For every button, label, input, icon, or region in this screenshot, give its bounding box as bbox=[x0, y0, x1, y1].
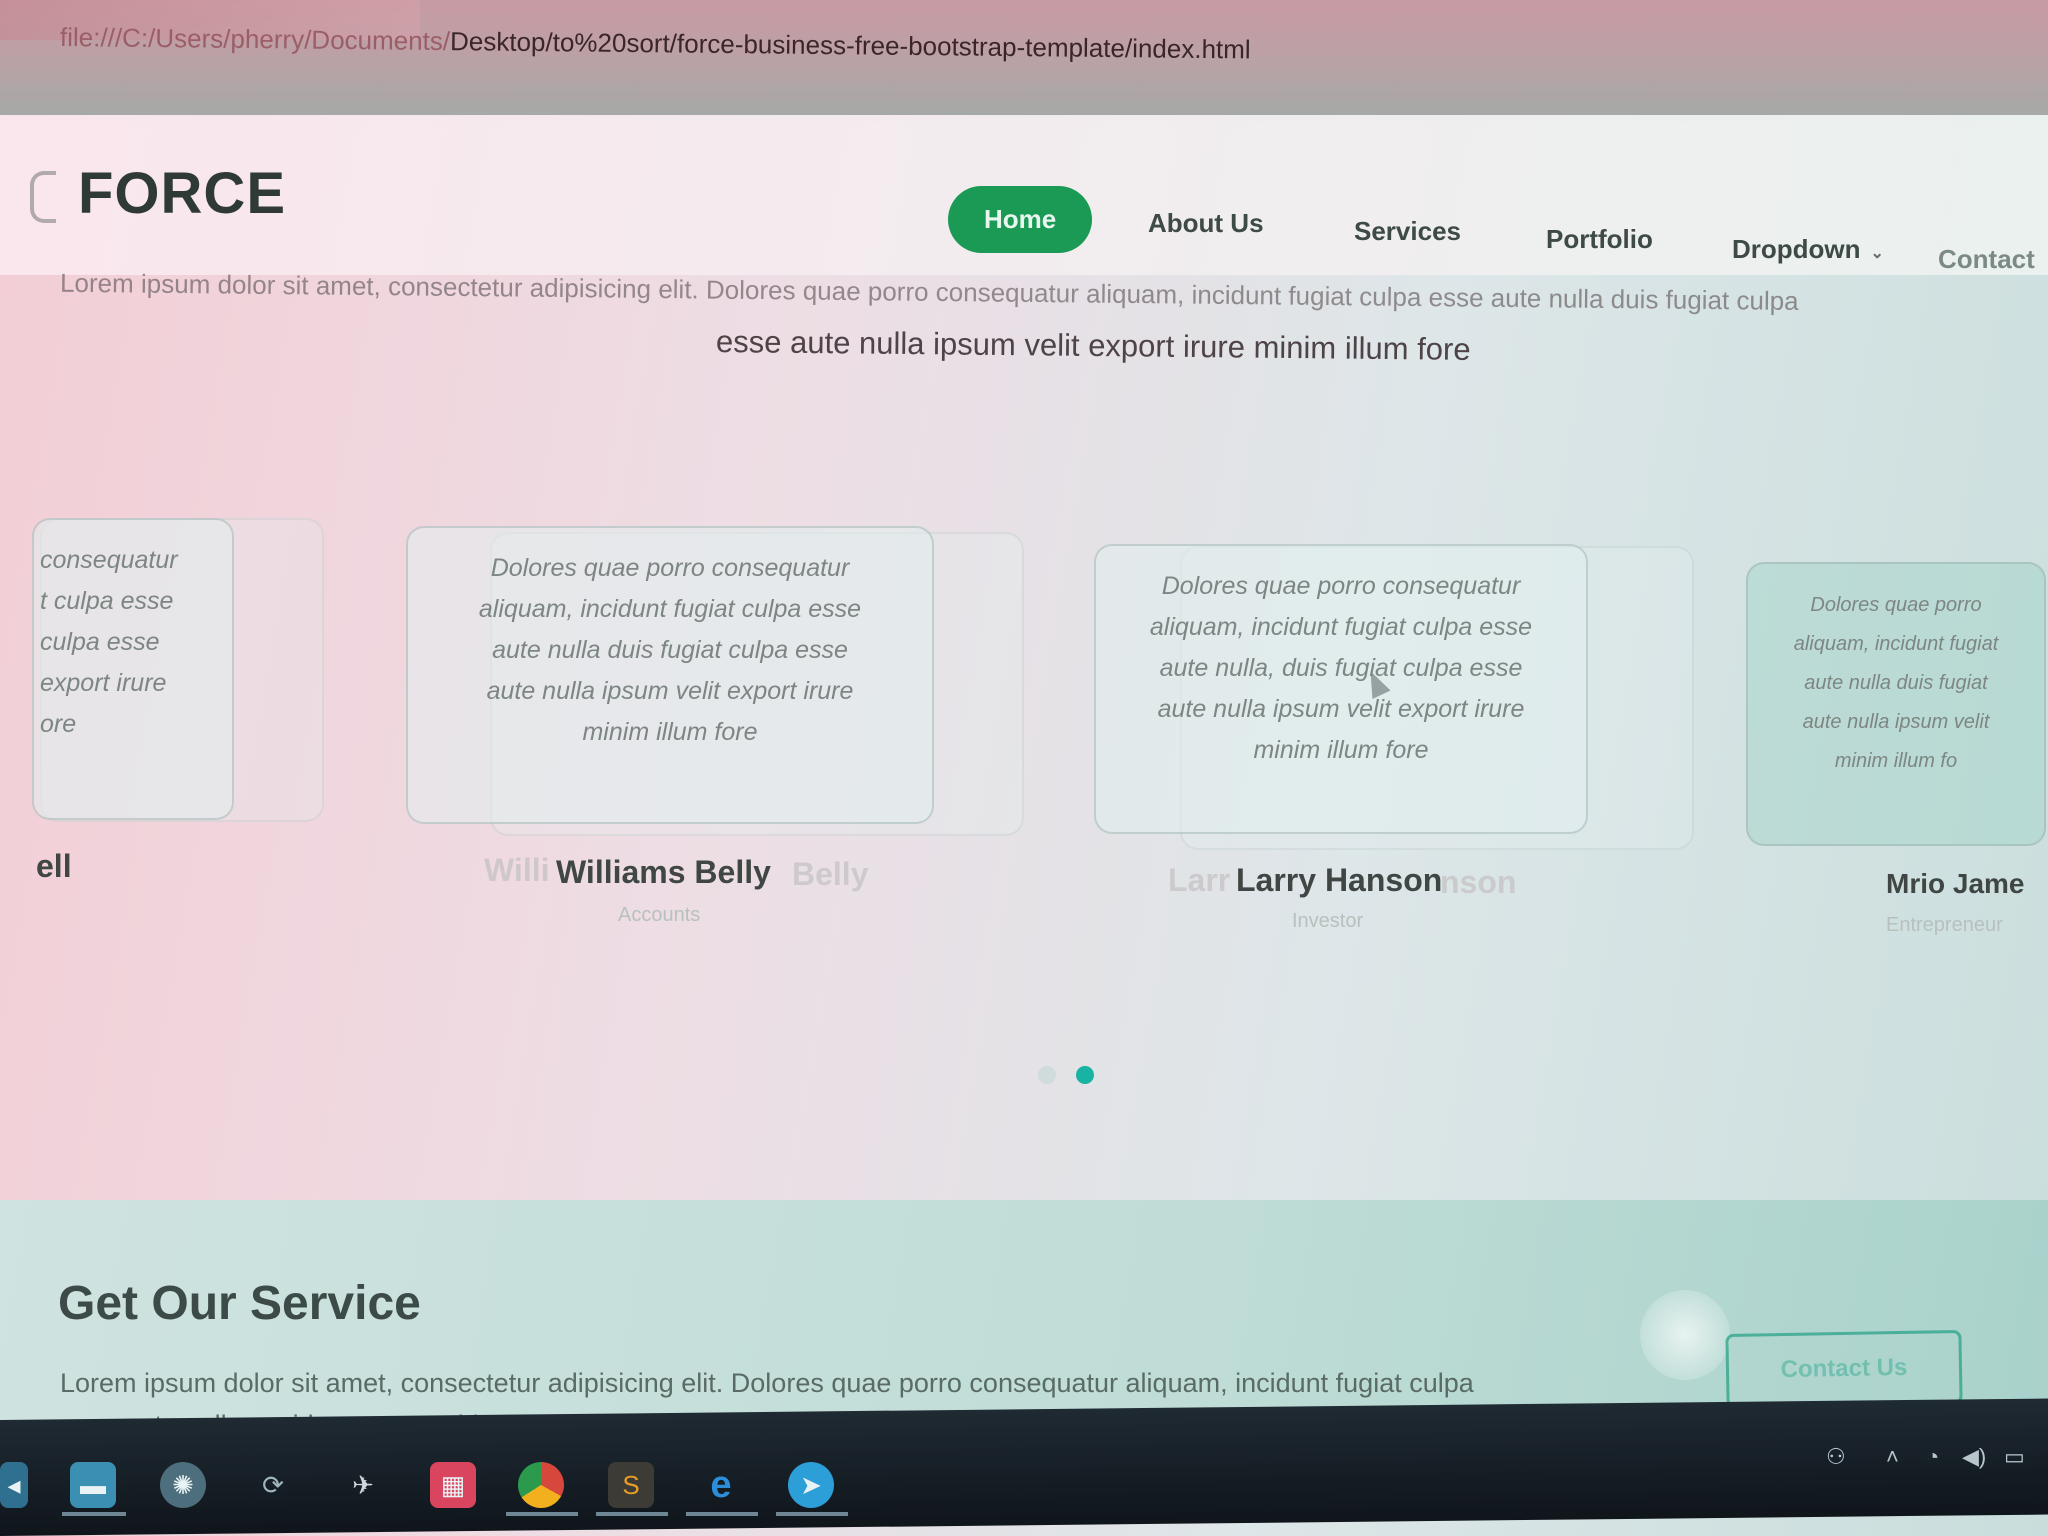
active-app-indicator bbox=[596, 1512, 668, 1516]
testimonial-card: Dolores quae porro consequatur aliquam, … bbox=[406, 526, 934, 824]
card-line: aute nulla duis fugiat bbox=[1804, 672, 1988, 694]
chrome-icon[interactable] bbox=[518, 1462, 564, 1508]
ghost-name: Larr bbox=[1168, 862, 1231, 898]
card-line: aute nulla duis fugiat culpa esse bbox=[492, 636, 848, 664]
nav-contact[interactable]: Contact bbox=[1938, 244, 2035, 275]
testimonial-card-partial: Dolores quae porro aliquam, incidunt fug… bbox=[1746, 562, 2046, 846]
testimonial-role: Accounts bbox=[618, 904, 701, 926]
ghost-name: Belly bbox=[792, 856, 869, 892]
carousel-dot-2-active[interactable] bbox=[1076, 1066, 1094, 1084]
volume-icon[interactable]: ◀) bbox=[1962, 1444, 1986, 1470]
card-line: aute nulla, duis fugiat culpa esse bbox=[1159, 654, 1523, 682]
testimonial-card-partial: consequatur t culpa esse culpa esse expo… bbox=[32, 518, 234, 820]
service-title: Get Our Service bbox=[58, 1277, 421, 1330]
nav-portfolio[interactable]: Portfolio bbox=[1546, 224, 1653, 255]
brand-logo[interactable]: FORCE bbox=[24, 160, 286, 227]
carousel-dot-1[interactable] bbox=[1038, 1066, 1056, 1084]
card-line: minim illum fore bbox=[1253, 736, 1429, 764]
testimonial-name: Williams Belly bbox=[556, 854, 771, 890]
card-line: Dolores quae porro consequatur bbox=[490, 554, 850, 582]
calendar-app-icon[interactable]: ▦ bbox=[430, 1462, 476, 1508]
card-line: aute nulla ipsum velit export irure bbox=[1157, 695, 1525, 723]
nav-about-us[interactable]: About Us bbox=[1148, 208, 1264, 239]
nav-dropdown[interactable]: Dropdown ⌄ bbox=[1732, 234, 1884, 265]
ghost-name: Willi bbox=[484, 852, 550, 888]
bird-icon[interactable]: ✈ bbox=[340, 1462, 386, 1508]
card-line: export irure bbox=[40, 669, 167, 697]
brand-name: FORCE bbox=[78, 161, 286, 226]
nav-services[interactable]: Services bbox=[1354, 216, 1461, 247]
card-line: minim illum fo bbox=[1834, 750, 1958, 772]
telegram-icon[interactable]: ➤ bbox=[788, 1462, 834, 1508]
start-icon[interactable]: ◂ bbox=[0, 1462, 28, 1508]
file-explorer-icon[interactable]: ▬ bbox=[70, 1462, 116, 1508]
card-line: Dolores quae porro bbox=[1810, 594, 1982, 616]
testimonial-name: Mrio Jame bbox=[1886, 868, 2025, 899]
card-line: aute nulla ipsum velit bbox=[1802, 711, 1990, 733]
testimonial-name: Larry Hanson bbox=[1236, 862, 1443, 898]
card-line: t culpa esse bbox=[40, 587, 174, 615]
hero-text: esse aute nulla ipsum velit export irure… bbox=[715, 324, 1471, 367]
active-app-indicator bbox=[686, 1512, 758, 1516]
card-line: minim illum fore bbox=[582, 718, 758, 746]
card-line: aliquam, incidunt fugiat bbox=[1793, 633, 1999, 655]
contact-us-button[interactable]: Contact Us bbox=[1725, 1329, 1963, 1409]
testimonial-card: Dolores quae porro consequatur aliquam, … bbox=[1094, 544, 1588, 834]
card-line: aliquam, incidunt fugiat culpa esse bbox=[1149, 613, 1533, 641]
windows-taskbar bbox=[0, 1398, 2048, 1536]
sublime-text-icon[interactable]: S bbox=[608, 1462, 654, 1508]
url-path: Desktop/to%20sort/force-business-free-bo… bbox=[449, 26, 1251, 65]
card-line: culpa esse bbox=[40, 628, 160, 656]
active-app-indicator bbox=[62, 1512, 126, 1516]
testimonial-role: Entrepreneur bbox=[1886, 914, 2003, 936]
active-app-indicator bbox=[506, 1512, 578, 1516]
show-hidden-icons-chevron-icon[interactable]: ˄ bbox=[1886, 1444, 1899, 1470]
network-icon[interactable]: ◔ bbox=[1926, 1444, 1939, 1470]
edge-icon[interactable]: e bbox=[698, 1462, 744, 1508]
nav-home[interactable]: Home bbox=[948, 186, 1093, 253]
testimonial-name: ell bbox=[36, 848, 72, 884]
people-icon[interactable]: ⚇ bbox=[1826, 1444, 1846, 1470]
battery-icon[interactable]: ▭ bbox=[2004, 1444, 2025, 1470]
url-prefix: file:///C:/Users/pherry/Documents/ bbox=[59, 22, 451, 57]
card-line: aliquam, incidunt fugiat culpa esse bbox=[478, 595, 862, 623]
ghost-name: nson bbox=[1440, 864, 1517, 900]
active-app-indicator bbox=[776, 1512, 848, 1516]
globe-icon[interactable]: ✺ bbox=[160, 1462, 206, 1508]
address-url[interactable]: file:///C:/Users/pherry/Documents/Deskto… bbox=[60, 22, 1251, 65]
testimonial-role: Investor bbox=[1292, 910, 1364, 932]
nav-dropdown-label: Dropdown bbox=[1732, 234, 1861, 264]
screen-glare bbox=[1640, 1290, 1730, 1380]
browser-address-bar[interactable]: file:///C:/Users/pherry/Documents/Deskto… bbox=[0, 0, 2048, 115]
chevron-down-icon: ⌄ bbox=[1870, 245, 1884, 262]
force-logo-mark-icon bbox=[24, 167, 64, 223]
card-line: ore bbox=[40, 710, 77, 738]
card-line: Dolores quae porro consequatur bbox=[1161, 572, 1521, 600]
sync-icon[interactable]: ⟳ bbox=[250, 1462, 296, 1508]
card-line: consequatur bbox=[40, 546, 178, 574]
card-line: aute nulla ipsum velit export irure bbox=[486, 677, 854, 705]
hero-text-partial: Lorem ipsum dolor sit amet, consectetur … bbox=[59, 267, 1799, 316]
